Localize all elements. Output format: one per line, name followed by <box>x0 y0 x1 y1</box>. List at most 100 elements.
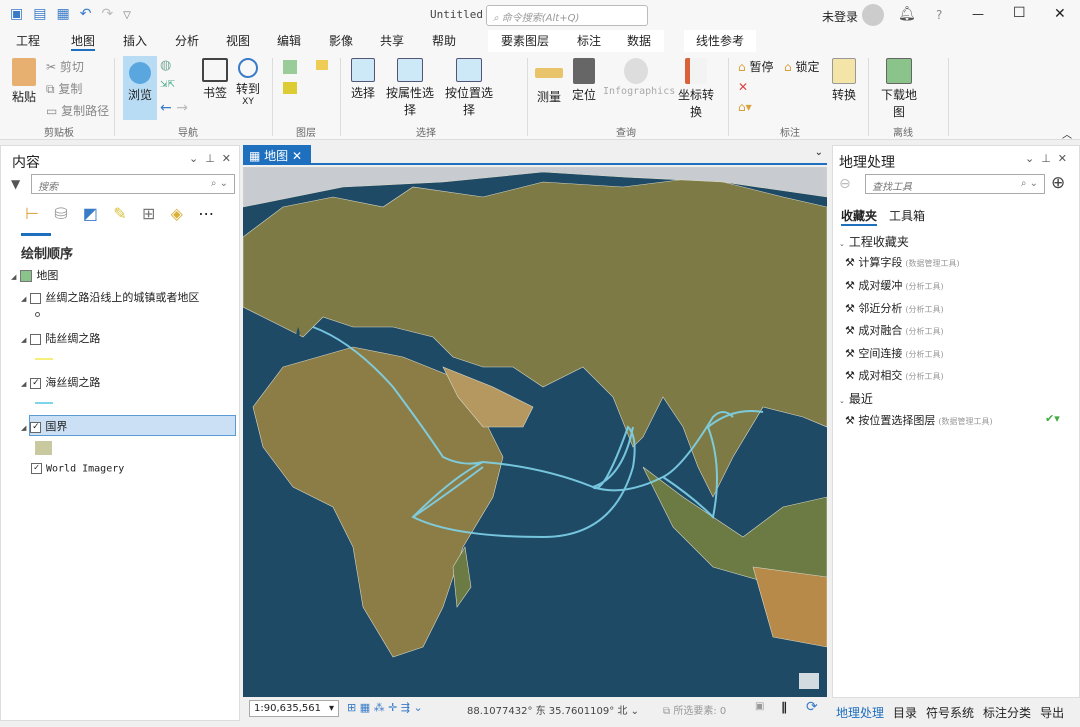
map-tools-icons[interactable]: ⊞ ▦ ⁂ ✛ ⇶ ⌄ <box>347 701 423 714</box>
tab-feature-layer[interactable]: 要素图层 <box>501 32 549 49</box>
scale-dropdown[interactable]: 1:90,635,561 ▾ <box>249 700 339 717</box>
tab-analysis[interactable]: 分析 <box>175 32 199 49</box>
map-canvas[interactable] <box>243 167 827 697</box>
add-toolbox-icon[interactable]: ⊕ <box>1051 173 1065 193</box>
filter-icon[interactable]: ▼ <box>11 177 20 191</box>
minimize-button[interactable]: — <box>972 7 984 21</box>
recent-group[interactable]: ⌄ 最近 <box>839 390 873 407</box>
fixed-zoom-icon[interactable]: ⇲⇱ <box>160 80 175 90</box>
lock-labels-button[interactable]: ⌂ 锁定 <box>784 58 819 75</box>
tab-map[interactable]: 地图 <box>71 32 96 51</box>
locate-button[interactable]: 定位 <box>570 58 598 103</box>
labeling-view-icon[interactable]: ◈ <box>171 204 183 223</box>
pause-labeling-button[interactable]: ⌂ 暂停 <box>738 58 773 75</box>
tab-project[interactable]: 工程 <box>16 32 40 49</box>
tool-item[interactable]: ⚒︎ 成对融合 (分析工具) <box>845 322 944 338</box>
tab-overflow-icon[interactable]: ⌄ <box>815 147 823 158</box>
layer-row[interactable]: ✓ World Imagery <box>31 463 124 475</box>
layer-row[interactable]: ◢ 陆丝绸之路 <box>21 330 100 346</box>
tab-symbology[interactable]: 符号系统 <box>926 706 974 720</box>
tab-geoprocessing[interactable]: 地理处理 <box>836 706 884 720</box>
full-extent-icon[interactable]: ◍ <box>160 58 171 73</box>
new-project-icon[interactable]: ▣ <box>10 6 23 22</box>
map-node[interactable]: ◢ 地图 <box>11 267 58 283</box>
bookmarks-button[interactable]: 书签 <box>200 58 230 101</box>
tab-label-class[interactable]: 标注分类 <box>983 706 1031 720</box>
layer-row[interactable]: ◢ ✓ 海丝绸之路 <box>21 374 100 390</box>
tab-edit[interactable]: 编辑 <box>277 32 301 49</box>
avatar[interactable] <box>862 4 884 26</box>
overview-toggle-icon[interactable] <box>799 673 819 689</box>
contents-search-input[interactable]: 搜索 ⌕ ⌄ <box>31 174 235 194</box>
tab-view[interactable]: 视图 <box>226 32 250 49</box>
more-icon[interactable]: ⋯ <box>198 204 214 223</box>
save-icon[interactable]: ▦ <box>56 6 69 22</box>
paste-button[interactable]: 粘贴 <box>8 58 40 105</box>
selection-view-icon[interactable]: ◩ <box>83 204 98 223</box>
coordinate-readout[interactable]: 88.1077432° 东 35.7601109° 北 ⌄ <box>467 702 639 717</box>
copy-button[interactable]: ⧉ 复制 <box>46 80 82 97</box>
notification-bell-icon[interactable]: 🔔︎ <box>898 6 916 22</box>
tool-item[interactable]: ⚒︎ 成对相交 (分析工具) <box>845 367 944 383</box>
layer-checkbox[interactable] <box>30 333 42 345</box>
tool-item[interactable]: ⚒︎ 计算字段 (数据管理工具) <box>845 254 960 270</box>
tab-share[interactable]: 共享 <box>380 32 404 49</box>
back-icon[interactable]: ← → <box>160 100 188 116</box>
select-by-location-button[interactable]: 按位置选择 <box>441 58 497 118</box>
tab-data[interactable]: 数据 <box>627 32 651 49</box>
select-toggle-icon[interactable]: ▣ <box>755 701 764 712</box>
pane-controls[interactable]: ⌄ ⊥ ✕ <box>1025 152 1067 165</box>
tool-item[interactable]: ⚒︎ 邻近分析 (分析工具) <box>845 300 944 316</box>
pane-controls[interactable]: ⌄ ⊥ ✕ <box>189 152 231 165</box>
command-search-input[interactable]: ⌕ 命令搜索(Alt+Q) <box>486 5 648 26</box>
close-tab-icon[interactable]: ✕ <box>292 149 302 163</box>
back-icon[interactable]: ⊖ <box>839 176 851 192</box>
view-unplaced-icon[interactable]: ⌂▾ <box>738 100 752 114</box>
project-favorites-group[interactable]: ⌄ 工程收藏夹 <box>839 233 909 250</box>
copy-path-button[interactable]: ▭ 复制路径 <box>46 102 109 119</box>
tab-linear-referencing[interactable]: 线性参考 <box>696 32 744 49</box>
measure-button[interactable]: 测量 <box>533 58 565 105</box>
tab-labeling[interactable]: 标注 <box>577 32 601 49</box>
tab-insert[interactable]: 插入 <box>123 32 147 49</box>
select-by-attributes-button[interactable]: 按属性选择 <box>382 58 438 118</box>
layer-row[interactable]: ◢ 丝绸之路沿线上的城镇或者地区 <box>21 289 199 305</box>
tab-favorites[interactable]: 收藏夹 <box>841 207 878 226</box>
tab-imagery[interactable]: 影像 <box>329 32 353 49</box>
pause-drawing-icon[interactable]: ∥ <box>781 700 787 714</box>
layer-checkbox[interactable]: ✓ <box>30 421 42 433</box>
success-check-icon[interactable]: ✔▾ <box>1045 412 1060 425</box>
data-source-icon[interactable]: ⛁ <box>54 204 67 223</box>
redo-icon[interactable]: ↷ <box>101 6 113 22</box>
convert-coordinates-button[interactable]: 坐标转换 <box>673 58 719 120</box>
tab-map-view[interactable]: ▦ 地图 ✕ <box>243 145 311 165</box>
layer-checkbox[interactable]: ✓ <box>30 377 42 389</box>
tab-help[interactable]: 帮助 <box>432 32 456 49</box>
refresh-icon[interactable]: ⟳ <box>806 699 818 715</box>
user-status[interactable]: 未登录 <box>822 8 858 25</box>
infographics-button[interactable]: Infographics <box>603 58 675 97</box>
cut-button[interactable]: ✂ 剪切 <box>46 58 84 75</box>
delete-labels-icon[interactable]: ✕ <box>738 80 748 94</box>
layer-row[interactable]: ◢ ✓ 国界 <box>21 418 67 434</box>
tool-item[interactable]: ⚒︎ 成对缓冲 (分析工具) <box>845 277 944 293</box>
drawing-order-icon[interactable]: ⊢ <box>25 204 39 223</box>
help-icon[interactable]: ? <box>936 8 942 22</box>
find-tools-input[interactable]: 查找工具 ⌕ ⌄ <box>865 174 1045 194</box>
add-layer-icon[interactable] <box>283 82 297 94</box>
open-icon[interactable]: ▤ <box>33 6 46 22</box>
layer-checkbox[interactable] <box>30 292 42 304</box>
customize-icon[interactable]: ▽ <box>123 10 131 21</box>
recent-tool-item[interactable]: ⚒︎ 按位置选择图层 (数据管理工具) <box>845 412 993 428</box>
collapse-ribbon-icon[interactable]: ︿ <box>1062 126 1072 141</box>
tab-export[interactable]: 导出 <box>1040 706 1064 720</box>
close-button[interactable]: ✕ <box>1054 6 1066 22</box>
layer-checkbox[interactable]: ✓ <box>31 463 42 474</box>
explore-button[interactable]: 浏览 <box>123 56 157 120</box>
convert-labels-button[interactable]: 转换 <box>830 58 858 103</box>
tool-item[interactable]: ⚒︎ 空间连接 (分析工具) <box>845 345 944 361</box>
undo-icon[interactable]: ↶ <box>80 6 92 22</box>
goto-xy-button[interactable]: 转到 XY <box>234 58 262 108</box>
tab-toolboxes[interactable]: 工具箱 <box>889 207 925 224</box>
select-button[interactable]: 选择 <box>348 58 378 101</box>
